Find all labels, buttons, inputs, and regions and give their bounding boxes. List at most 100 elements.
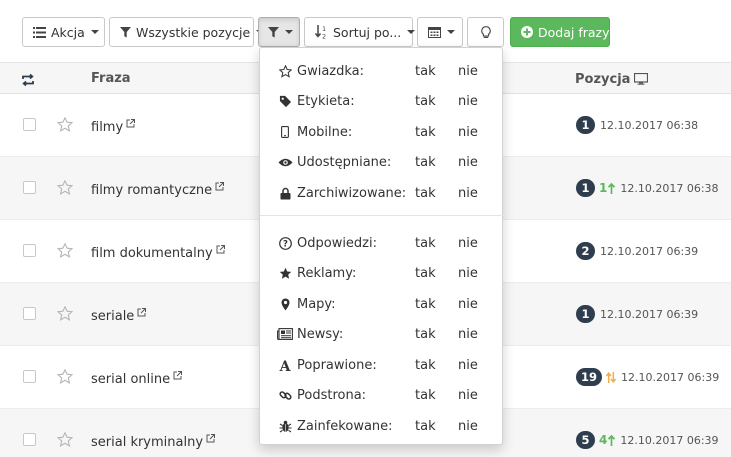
star-outline-icon [277, 63, 293, 79]
filter-yes-option[interactable]: tak [415, 186, 436, 201]
filter-no-option[interactable]: nie [458, 155, 478, 170]
star-outline-icon[interactable] [56, 305, 74, 325]
filter-no-option[interactable]: nie [458, 64, 478, 79]
row-checkbox[interactable] [23, 244, 36, 257]
sort-numeric-icon: 12 [315, 25, 328, 39]
arrow-up-icon [608, 182, 616, 194]
star-outline-icon[interactable] [56, 431, 74, 451]
add-phrases-label: Dodaj frazy [538, 24, 610, 40]
phrase-link[interactable]: filmy romantyczne [91, 180, 225, 198]
filter-no-option[interactable]: nie [458, 266, 478, 281]
desktop-icon [634, 73, 649, 85]
filter-yes-option[interactable]: tak [415, 236, 436, 251]
filter-item-label: Poprawione: [297, 357, 377, 373]
filter-no-option[interactable]: nie [458, 358, 478, 373]
question-circle-icon: ? [277, 235, 293, 251]
bug-icon [277, 418, 293, 434]
filter-icon [268, 26, 279, 38]
filter-item-label: Reklamy: [297, 265, 357, 281]
refresh-icon[interactable] [21, 64, 35, 87]
phrase-link[interactable]: film dokumentalny [91, 243, 225, 261]
positions-filter-button[interactable]: Wszystkie pozycje [109, 17, 265, 47]
star-outline-icon[interactable] [56, 179, 74, 199]
filter-no-option[interactable]: nie [458, 297, 478, 312]
external-link-icon[interactable] [216, 243, 225, 258]
filter-item-label: Odpowiedzi: [297, 235, 377, 251]
trend-up-indicator: 1 [599, 181, 616, 195]
positions-filter-label: Wszystkie pozycje [136, 24, 251, 40]
filter-yes-option[interactable]: tak [415, 64, 436, 79]
position-cell: 1 12.10.2017 06:39 [576, 305, 698, 323]
phrase-link[interactable]: filmy [91, 117, 136, 135]
column-position-header[interactable]: Pozycja [575, 63, 649, 95]
sort-button[interactable]: 12 Sortuj po... [304, 17, 416, 47]
filter-yes-option[interactable]: tak [415, 388, 436, 403]
list-icon [33, 26, 46, 38]
filter-yes-option[interactable]: tak [415, 94, 436, 109]
row-checkbox[interactable] [23, 181, 36, 194]
idea-button[interactable] [467, 17, 504, 47]
filter-no-option[interactable]: nie [458, 186, 478, 201]
row-checkbox[interactable] [23, 307, 36, 320]
filter-no-option[interactable]: nie [458, 236, 478, 251]
filter-menu-item: Zainfekowane: tak nie [260, 414, 504, 438]
check-date: 12.10.2017 06:38 [600, 118, 699, 132]
filter-yes-option[interactable]: tak [415, 266, 436, 281]
chevron-down-icon [285, 30, 293, 34]
position-badge: 5 [576, 431, 595, 449]
filter-no-option[interactable]: nie [458, 94, 478, 109]
calendar-button[interactable] [417, 17, 463, 47]
star-outline-icon[interactable] [56, 368, 74, 388]
position-cell: 1 1 12.10.2017 06:38 [576, 179, 719, 197]
menu-divider [260, 215, 504, 216]
toolbar: Akcja Wszystkie pozycje 12 Sortuj po... [22, 17, 610, 47]
filter-button[interactable] [258, 17, 300, 47]
filter-no-option[interactable]: nie [458, 419, 478, 434]
filter-menu-item: Gwiazdka: tak nie [260, 59, 504, 83]
check-date: 12.10.2017 06:39 [600, 244, 699, 258]
filter-yes-option[interactable]: tak [415, 155, 436, 170]
external-link-icon[interactable] [206, 432, 216, 447]
filter-item-label: Podstrona: [297, 387, 367, 403]
filter-item-label: Zainfekowane: [297, 418, 393, 434]
external-link-icon[interactable] [126, 117, 136, 132]
filter-no-option[interactable]: nie [458, 388, 478, 403]
sort-button-label: Sortuj po... [333, 24, 402, 40]
add-phrases-button[interactable]: Dodaj frazy [510, 17, 610, 47]
phrase-link[interactable]: serial online [91, 369, 183, 387]
phrase-link[interactable]: serial kryminalny [91, 432, 216, 450]
filter-item-label: Mobilne: [297, 124, 353, 140]
lock-icon [277, 185, 293, 201]
row-checkbox[interactable] [23, 370, 36, 383]
star-outline-icon[interactable] [56, 116, 74, 136]
position-cell: 2 12.10.2017 06:39 [576, 242, 698, 260]
column-phrase-header[interactable]: Fraza [91, 63, 131, 95]
filter-item-label: Zarchiwizowane: [297, 185, 407, 201]
arrow-up-icon [608, 434, 616, 446]
arrows-swap-icon [606, 371, 617, 383]
external-link-icon[interactable] [137, 306, 147, 321]
phrase-link[interactable]: seriale [91, 306, 147, 324]
svg-text:2: 2 [322, 33, 326, 40]
position-badge: 2 [576, 242, 595, 260]
star-outline-icon[interactable] [56, 242, 74, 262]
filter-no-option[interactable]: nie [458, 125, 478, 140]
calendar-icon [428, 26, 441, 38]
filter-yes-option[interactable]: tak [415, 419, 436, 434]
filter-menu-item: ? Odpowiedzi: tak nie [260, 231, 504, 255]
check-date: 12.10.2017 06:38 [620, 181, 719, 195]
action-button[interactable]: Akcja [22, 17, 105, 47]
filter-yes-option[interactable]: tak [415, 125, 436, 140]
row-checkbox[interactable] [23, 118, 36, 131]
external-link-icon[interactable] [215, 180, 225, 195]
chevron-down-icon [407, 30, 416, 34]
filter-yes-option[interactable]: tak [415, 327, 436, 342]
filter-item-label: Udostępniane: [297, 154, 392, 170]
filter-no-option[interactable]: nie [458, 327, 478, 342]
check-date: 12.10.2017 06:39 [600, 307, 699, 321]
filter-yes-option[interactable]: tak [415, 297, 436, 312]
row-checkbox[interactable] [23, 433, 36, 446]
filter-yes-option[interactable]: tak [415, 358, 436, 373]
lightbulb-icon [480, 25, 491, 39]
external-link-icon[interactable] [173, 369, 183, 384]
